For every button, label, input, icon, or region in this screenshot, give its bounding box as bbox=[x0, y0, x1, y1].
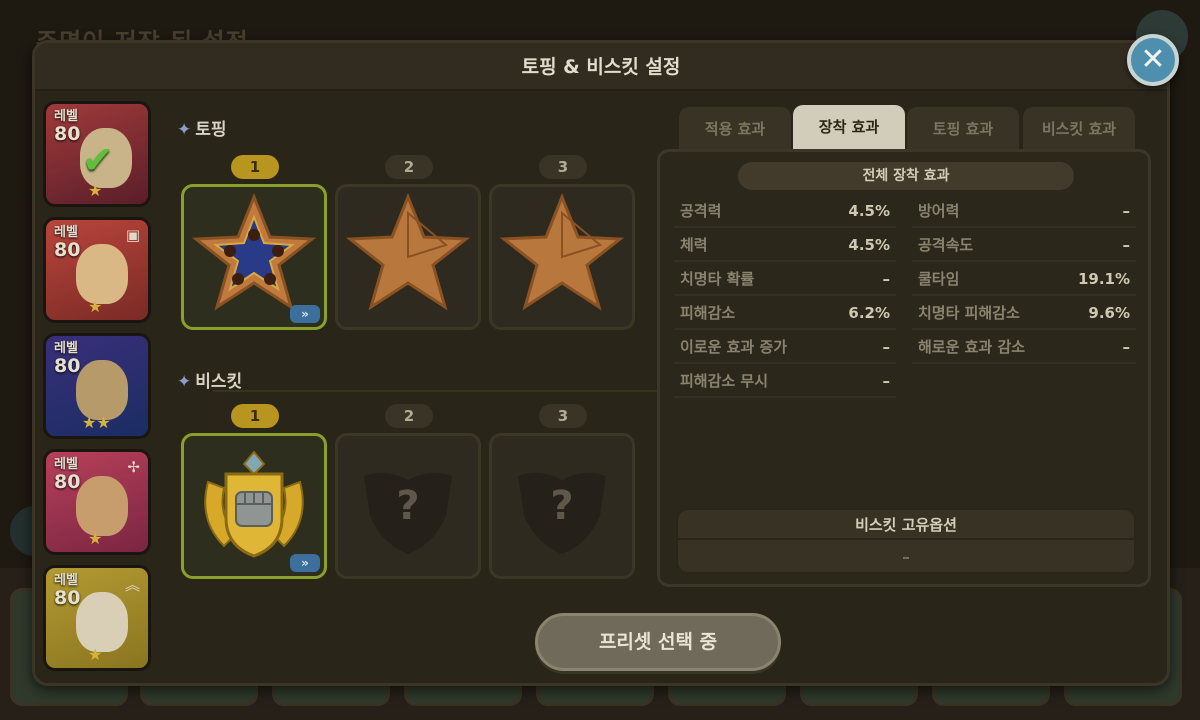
stat-row: 쿨타임 19.1% bbox=[912, 262, 1136, 296]
biscuit-section-title: ✦ 비스킷 bbox=[177, 372, 243, 392]
cookie-stars: ★★ bbox=[82, 413, 111, 432]
stat-row: 이로운 효과 증가 – bbox=[674, 330, 896, 364]
stat-row: 공격력 4.5% bbox=[674, 194, 896, 228]
sparkle-icon: ✦ bbox=[177, 120, 192, 140]
cookie-portrait bbox=[76, 592, 128, 652]
cookie-stars: ★ bbox=[88, 297, 103, 316]
topping-biscuit-modal: 토핑 & 비스킷 설정 레벨 80 ✔ ★ 레벨 80 ▣ ★ 레벨 80 ★★ 레벨… bbox=[32, 40, 1170, 686]
stats-panel: 전체 장착 효과 공격력 4.5% 체력 4.5% 치명타 확률 – 피해감소 … bbox=[657, 149, 1151, 587]
stat-value: – bbox=[882, 270, 891, 288]
biscuit-slot-2[interactable]: ? bbox=[335, 433, 481, 579]
stat-name: 체력 bbox=[680, 236, 708, 254]
cookie-level: 레벨 80 bbox=[54, 109, 81, 145]
biscuit-slot-number: 1 bbox=[231, 404, 279, 428]
cookie-portrait bbox=[76, 476, 128, 536]
cookie-portrait bbox=[76, 244, 128, 304]
close-button[interactable]: ✕ bbox=[1127, 34, 1179, 86]
topping-slot-number: 3 bbox=[539, 155, 587, 179]
preset-select-button[interactable]: 프리셋 선택 중 bbox=[535, 613, 781, 671]
stat-row: 치명타 피해감소 9.6% bbox=[912, 296, 1136, 330]
stat-value: – bbox=[882, 372, 891, 390]
stat-row: 피해감소 6.2% bbox=[674, 296, 896, 330]
cookie-type-icon: ︽ bbox=[124, 576, 140, 594]
stat-name: 방어력 bbox=[918, 202, 960, 220]
cookie-type-icon: ✢ bbox=[127, 458, 140, 476]
unique-option-title: 비스킷 고유옵션 bbox=[678, 510, 1134, 540]
tab-applied-effect[interactable]: 적용 효과 bbox=[679, 107, 791, 151]
cookie-type-icon: ▣ bbox=[125, 226, 140, 244]
stat-row: 피해감소 무시 – bbox=[674, 364, 896, 398]
stat-row: 공격속도 – bbox=[912, 228, 1136, 262]
sparkle-icon: ✦ bbox=[177, 372, 192, 392]
selected-check-icon: ✔ bbox=[82, 138, 114, 182]
biscuit-slot-1[interactable]: » bbox=[181, 433, 327, 579]
biscuit-slot-3[interactable]: ? bbox=[489, 433, 635, 579]
stat-row: 방어력 – bbox=[912, 194, 1136, 228]
tab-biscuit-effect[interactable]: 비스킷 효과 bbox=[1023, 107, 1135, 151]
tab-topping-effect[interactable]: 토핑 효과 bbox=[907, 107, 1019, 151]
unique-option-value: – bbox=[902, 548, 910, 566]
swap-button[interactable]: » bbox=[290, 554, 320, 572]
cookie-card-4[interactable]: 레벨 80 ✢ ★ bbox=[43, 449, 151, 555]
cookie-portrait bbox=[76, 360, 128, 420]
cookie-card-2[interactable]: 레벨 80 ▣ ★ bbox=[43, 217, 151, 323]
stat-name: 공격속도 bbox=[918, 236, 974, 254]
topping-slot-3[interactable] bbox=[489, 184, 635, 330]
biscuit-slot-number: 3 bbox=[539, 404, 587, 428]
topping-slot-1[interactable]: » bbox=[181, 184, 327, 330]
stat-value: – bbox=[882, 338, 891, 356]
empty-slot-question-mark: ? bbox=[550, 483, 574, 529]
stat-name: 공격력 bbox=[680, 202, 722, 220]
cookie-level: 레벨 80 bbox=[54, 341, 81, 377]
stat-value: 9.6% bbox=[1088, 304, 1130, 322]
tab-equipped-effect[interactable]: 장착 효과 bbox=[793, 105, 905, 153]
cookie-stars: ★ bbox=[88, 645, 103, 664]
stat-row: 치명타 확률 – bbox=[674, 262, 896, 296]
stat-name: 해로운 효과 감소 bbox=[918, 338, 1026, 356]
stat-name: 이로운 효과 증가 bbox=[680, 338, 788, 356]
stat-name: 피해감소 무시 bbox=[680, 372, 769, 390]
cookie-stars: ★ bbox=[88, 529, 103, 548]
stat-value: – bbox=[1122, 236, 1131, 254]
section-divider bbox=[213, 390, 667, 392]
stat-row: 해로운 효과 감소 – bbox=[912, 330, 1136, 364]
modal-title: 토핑 & 비스킷 설정 bbox=[35, 43, 1167, 91]
empty-slot-question-mark: ? bbox=[396, 483, 420, 529]
star-topping-icon bbox=[345, 192, 471, 311]
stats-header: 전체 장착 효과 bbox=[738, 162, 1074, 190]
topping-slot-number: 2 bbox=[385, 155, 433, 179]
stat-value: 4.5% bbox=[848, 236, 890, 254]
stat-name: 치명타 피해감소 bbox=[918, 304, 1020, 322]
star-topping-icon bbox=[499, 192, 625, 311]
cookie-stars: ★ bbox=[88, 181, 103, 200]
stat-value: 4.5% bbox=[848, 202, 890, 220]
stat-value: 19.1% bbox=[1077, 270, 1130, 288]
stat-row: 체력 4.5% bbox=[674, 228, 896, 262]
stat-name: 치명타 확률 bbox=[680, 270, 755, 288]
stat-name: 쿨타임 bbox=[918, 270, 960, 288]
cookie-list: 레벨 80 ✔ ★ 레벨 80 ▣ ★ 레벨 80 ★★ 레벨 80 ✢ ★ 레벨 80 … bbox=[43, 101, 153, 675]
cookie-level: 레벨 80 bbox=[54, 457, 81, 493]
topping-slot-2[interactable] bbox=[335, 184, 481, 330]
topping-slot-number: 1 bbox=[231, 155, 279, 179]
topping-section-title: ✦ 토핑 bbox=[177, 120, 227, 140]
cookie-card-5[interactable]: 레벨 80 ︽ ★ bbox=[43, 565, 151, 671]
stat-value: – bbox=[1122, 202, 1131, 220]
cookie-level: 레벨 80 bbox=[54, 573, 81, 609]
close-icon: ✕ bbox=[1140, 42, 1166, 77]
biscuit-unique-option-box: 비스킷 고유옵션 – bbox=[676, 508, 1136, 574]
stat-value: 6.2% bbox=[848, 304, 890, 322]
stat-name: 피해감소 bbox=[680, 304, 736, 322]
cookie-level: 레벨 80 bbox=[54, 225, 81, 261]
cookie-card-1[interactable]: 레벨 80 ✔ ★ bbox=[43, 101, 151, 207]
swap-button[interactable]: » bbox=[290, 305, 320, 323]
stat-value: – bbox=[1122, 338, 1131, 356]
cookie-card-3[interactable]: 레벨 80 ★★ bbox=[43, 333, 151, 439]
biscuit-slot-number: 2 bbox=[385, 404, 433, 428]
